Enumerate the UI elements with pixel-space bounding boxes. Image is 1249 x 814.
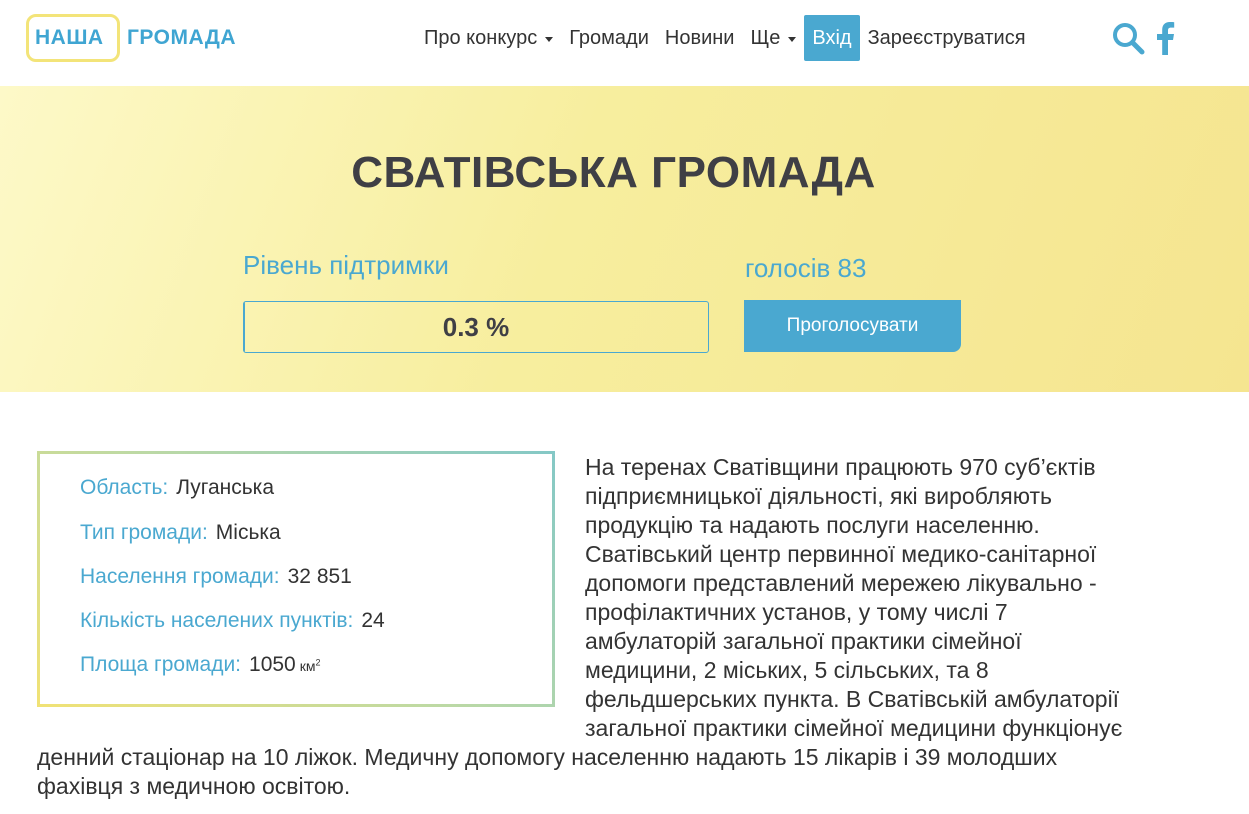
info-label: Тип громади: [80, 521, 208, 544]
description-line: Сватівський центр первинної медико-саніт… [585, 541, 1097, 567]
info-value: 32 851 [287, 565, 352, 588]
description-line: підприємницької діяльності, які виробляю… [585, 483, 1052, 509]
nav-communities[interactable]: Громади [561, 15, 657, 61]
caret-down-icon [545, 36, 554, 42]
info-value: 1050 [249, 653, 296, 676]
login-button[interactable]: Вхід [804, 15, 860, 61]
area-unit: км2 [299, 657, 321, 674]
nav-about-label: Про конкурс [424, 27, 538, 49]
info-value: Луганська [176, 476, 275, 499]
info-label: Область: [80, 476, 169, 499]
register-link[interactable]: Зареєструватися [860, 15, 1034, 61]
logo[interactable]: НАША ГРОМАДА [26, 14, 248, 62]
progress-percentage: 0.3 % [442, 312, 510, 342]
info-row-type: Тип громади: Міська [80, 521, 281, 545]
info-row-region: Область: Луганська [80, 476, 274, 500]
facebook-icon[interactable] [1155, 21, 1175, 55]
description-line: денний стаціонар на 10 ліжок. Медичну до… [37, 744, 1058, 770]
logo-word-hromada: ГРОМАДА [127, 26, 237, 49]
support-progress-bar: 0.3 % [243, 301, 709, 353]
description-line: На теренах Сватівщини працюють 970 суб’є… [585, 454, 1096, 480]
nav-news[interactable]: Новини [657, 15, 743, 61]
vote-button[interactable]: Проголосувати [744, 300, 961, 352]
area-unit-sup: 2 [315, 657, 321, 668]
votes-count: голосів 83 [745, 253, 867, 283]
info-value: 24 [361, 609, 385, 632]
description-line: продукцію та надають послуги населенню. [585, 512, 1040, 538]
description-text: На теренах Сватівщини працюють 970 суб’є… [585, 453, 1225, 743]
description-line: профілактичних установ, у тому числі 7 [585, 599, 1008, 625]
info-label: Кількість населених пунктів: [80, 609, 354, 632]
info-row-area: Площа громади: 1050 км2 [80, 653, 321, 677]
info-label: Населення громади: [80, 565, 280, 588]
support-level-label: Рівень підтримки [243, 250, 449, 280]
nav-more-label: Ще [750, 27, 781, 49]
main-nav: Про конкурс Громади Новини Ще Вхід Зареє… [416, 15, 1034, 61]
description-line: медицини, 2 міських, 5 сільських, та 8 [585, 657, 989, 683]
site-header: НАША ГРОМАДА Про конкурс Громади Новини … [0, 0, 1249, 86]
description-text-continued: денний стаціонар на 10 ліжок. Медичну до… [37, 743, 1227, 801]
caret-down-icon [788, 36, 797, 42]
info-row-settlements: Кількість населених пунктів: 24 [80, 609, 385, 633]
info-value: Міська [215, 521, 281, 544]
area-unit-text: км [299, 658, 316, 674]
nav-about-dropdown[interactable]: Про конкурс [416, 15, 561, 61]
search-icon[interactable] [1111, 21, 1145, 55]
info-label: Площа громади: [80, 653, 242, 676]
logo-word-nasha: НАША [35, 26, 104, 49]
description-line: амбулаторій загальної практики сімейної [585, 628, 1022, 654]
community-hero: СВАТІВСЬКА ГРОМАДА Рівень підтримки голо… [0, 86, 1249, 392]
description-line: допомоги представлений мережею лікувальн… [585, 570, 1097, 596]
community-info-card: Область: Луганська Тип громади: Міська Нас… [37, 451, 555, 707]
description-line: загальної практики сімейної медицини фун… [585, 715, 1123, 741]
page-title: СВАТІВСЬКА ГРОМАДА [351, 148, 876, 197]
description-line: фельдшерських пункта. В Сватівській амбу… [585, 686, 1120, 712]
nav-more-dropdown[interactable]: Ще [742, 15, 804, 61]
info-row-population: Населення громади: 32 851 [80, 565, 352, 589]
description-line: фахівця з медичною освітою. [37, 773, 351, 799]
